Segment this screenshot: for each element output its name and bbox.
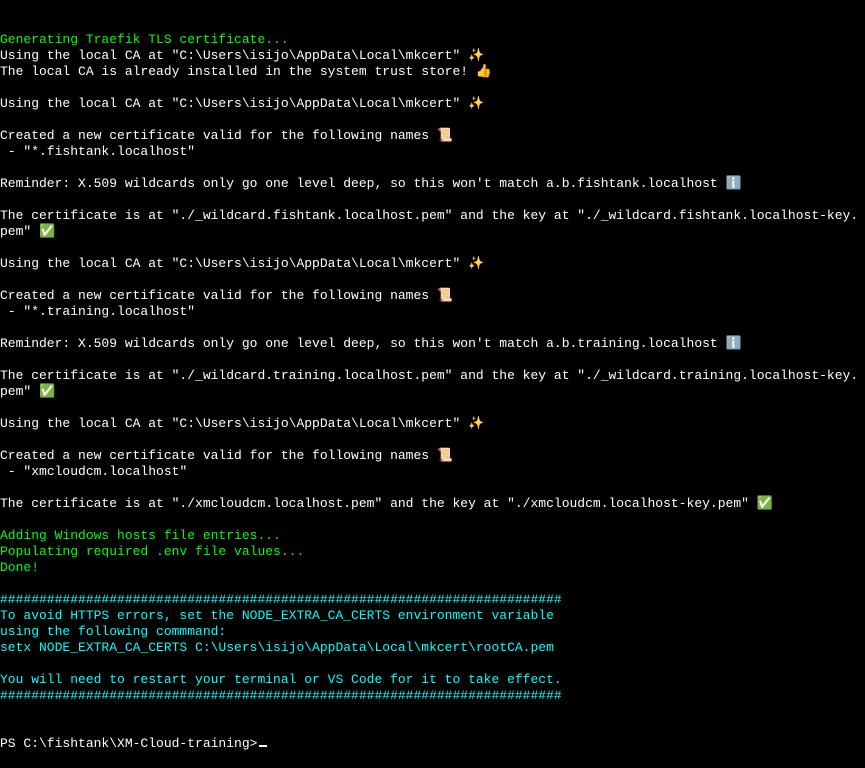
terminal-output[interactable]: Generating Traefik TLS certificate...Usi… — [0, 0, 865, 768]
terminal-line: using the following commmand: — [0, 624, 865, 640]
terminal-line — [0, 112, 865, 128]
terminal-line: You will need to restart your terminal o… — [0, 672, 865, 688]
terminal-line: ########################################… — [0, 688, 865, 704]
terminal-prompt: PS C:\fishtank\XM-Cloud-training> — [0, 736, 257, 752]
terminal-line — [0, 512, 865, 528]
terminal-line: Using the local CA at "C:\Users\isijo\Ap… — [0, 416, 865, 432]
terminal-line: ########################################… — [0, 592, 865, 608]
terminal-line: Done! — [0, 560, 865, 576]
terminal-line — [0, 192, 865, 208]
terminal-prompt-line[interactable]: PS C:\fishtank\XM-Cloud-training> — [0, 736, 865, 752]
terminal-line: setx NODE_EXTRA_CA_CERTS C:\Users\isijo\… — [0, 640, 865, 656]
terminal-line: - "xmcloudcm.localhost" — [0, 464, 865, 480]
terminal-line: Reminder: X.509 wildcards only go one le… — [0, 176, 865, 192]
terminal-line — [0, 432, 865, 448]
terminal-line — [0, 80, 865, 96]
terminal-line: The local CA is already installed in the… — [0, 64, 865, 80]
terminal-cursor — [259, 745, 267, 747]
terminal-line: Using the local CA at "C:\Users\isijo\Ap… — [0, 256, 865, 272]
terminal-line — [0, 272, 865, 288]
terminal-lines-container: Generating Traefik TLS certificate...Usi… — [0, 32, 865, 704]
terminal-line: - "*.training.localhost" — [0, 304, 865, 320]
terminal-line: Generating Traefik TLS certificate... — [0, 32, 865, 48]
terminal-line — [0, 240, 865, 256]
terminal-line: - "*.fishtank.localhost" — [0, 144, 865, 160]
terminal-line — [0, 320, 865, 336]
terminal-line: Using the local CA at "C:\Users\isijo\Ap… — [0, 96, 865, 112]
terminal-line — [0, 656, 865, 672]
terminal-line — [0, 480, 865, 496]
terminal-line — [0, 160, 865, 176]
terminal-line: The certificate is at "./_wildcard.train… — [0, 368, 865, 400]
terminal-line: Adding Windows hosts file entries... — [0, 528, 865, 544]
terminal-line: Using the local CA at "C:\Users\isijo\Ap… — [0, 48, 865, 64]
terminal-line: Created a new certificate valid for the … — [0, 128, 865, 144]
terminal-line: The certificate is at "./_wildcard.fisht… — [0, 208, 865, 240]
terminal-line: Created a new certificate valid for the … — [0, 448, 865, 464]
terminal-line — [0, 576, 865, 592]
terminal-line: To avoid HTTPS errors, set the NODE_EXTR… — [0, 608, 865, 624]
terminal-line — [0, 400, 865, 416]
terminal-line: Reminder: X.509 wildcards only go one le… — [0, 336, 865, 352]
terminal-line: Populating required .env file values... — [0, 544, 865, 560]
terminal-line: The certificate is at "./xmcloudcm.local… — [0, 496, 865, 512]
terminal-line: Created a new certificate valid for the … — [0, 288, 865, 304]
terminal-line — [0, 352, 865, 368]
